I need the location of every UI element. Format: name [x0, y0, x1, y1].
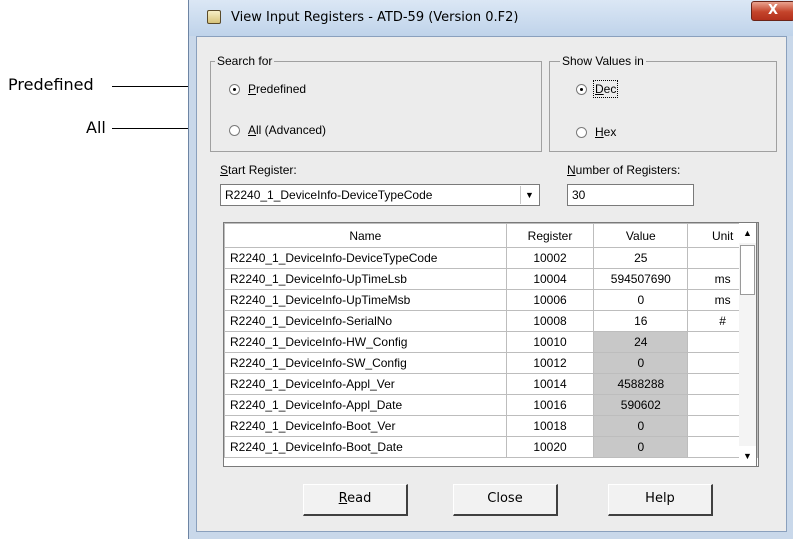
scroll-down-arrow-icon[interactable]: ▼: [739, 446, 756, 466]
cell-value[interactable]: 590602: [593, 394, 689, 416]
cell-register[interactable]: 10006: [505, 289, 595, 311]
cell-value[interactable]: 4588288: [593, 373, 689, 395]
cell-value[interactable]: 25: [593, 247, 689, 269]
cell-name[interactable]: R2240_1_DeviceInfo-SerialNo: [224, 310, 507, 332]
search-for-title: Search for: [215, 54, 275, 68]
radio-predefined-label[interactable]: Predefined: [248, 82, 306, 96]
table-row[interactable]: R2240_1_DeviceInfo-Appl_Ver 10014 4588288: [224, 373, 758, 395]
radio-dec-indicator[interactable]: [576, 83, 587, 95]
window-title: View Input Registers - ATD-59 (Version 0…: [231, 10, 519, 25]
cell-value[interactable]: 24: [593, 331, 689, 353]
radio-all-label[interactable]: All (Advanced): [248, 123, 326, 137]
close-button[interactable]: Close: [453, 484, 558, 516]
table-row[interactable]: R2240_1_DeviceInfo-DeviceTypeCode 10002 25: [224, 247, 758, 269]
number-of-registers-value[interactable]: 30: [572, 188, 585, 202]
cell-value[interactable]: 0: [593, 436, 689, 458]
cell-register[interactable]: 10016: [505, 394, 595, 416]
column-header-name[interactable]: Name: [224, 223, 507, 248]
cell-value[interactable]: 16: [593, 310, 689, 332]
close-window-button[interactable]: X: [751, 1, 793, 21]
cell-register[interactable]: 10010: [505, 331, 595, 353]
table-row[interactable]: R2240_1_DeviceInfo-Boot_Date 10020 0: [224, 436, 758, 458]
cell-name[interactable]: R2240_1_DeviceInfo-UpTimeLsb: [224, 268, 507, 290]
table-vertical-scrollbar[interactable]: ▲ ▼: [739, 222, 757, 467]
table-row[interactable]: R2240_1_DeviceInfo-SW_Config 10012 0: [224, 352, 758, 374]
app-icon: [207, 10, 221, 24]
cell-value[interactable]: 0: [593, 352, 689, 374]
show-values-in-group: Show Values in Dec Hex: [549, 54, 777, 152]
title-bar[interactable]: View Input Registers - ATD-59 (Version 0…: [189, 0, 793, 36]
table-row[interactable]: R2240_1_DeviceInfo-Boot_Ver 10018 0: [224, 415, 758, 437]
radio-predefined[interactable]: Predefined: [229, 82, 306, 96]
callout-predefined-label: Predefined: [8, 75, 94, 94]
table-row[interactable]: R2240_1_DeviceInfo-HW_Config 10010 24: [224, 331, 758, 353]
start-register-label: Start Register:: [220, 163, 297, 177]
radio-all-advanced[interactable]: All (Advanced): [229, 123, 326, 137]
column-header-value[interactable]: Value: [593, 223, 689, 248]
table-header-row: Name Register Value Unit: [224, 223, 758, 248]
scroll-up-arrow-icon[interactable]: ▲: [739, 223, 756, 243]
cell-value[interactable]: 0: [593, 415, 689, 437]
start-register-value[interactable]: R2240_1_DeviceInfo-DeviceTypeCode: [225, 188, 432, 202]
radio-all-indicator[interactable]: [229, 124, 240, 136]
cell-register[interactable]: 10002: [505, 247, 595, 269]
scroll-thumb[interactable]: [740, 245, 755, 295]
callout-all-label: All: [86, 118, 106, 137]
radio-hex[interactable]: Hex: [576, 125, 616, 139]
cell-register[interactable]: 10018: [505, 415, 595, 437]
search-for-group: Search for Predefined All (Advanced): [210, 54, 542, 152]
cell-value[interactable]: 594507690: [593, 268, 689, 290]
cell-register[interactable]: 10012: [505, 352, 595, 374]
table-row[interactable]: R2240_1_DeviceInfo-UpTimeLsb 10004 5945076…: [224, 268, 758, 290]
radio-hex-label[interactable]: Hex: [595, 125, 616, 139]
table-row[interactable]: R2240_1_DeviceInfo-Appl_Date 10016 590602: [224, 394, 758, 416]
start-register-combo[interactable]: R2240_1_DeviceInfo-DeviceTypeCode ▼: [220, 184, 540, 206]
cell-name[interactable]: R2240_1_DeviceInfo-UpTimeMsb: [224, 289, 507, 311]
chevron-down-icon[interactable]: ▼: [520, 186, 538, 204]
cell-register[interactable]: 10004: [505, 268, 595, 290]
cell-register[interactable]: 10014: [505, 373, 595, 395]
radio-predefined-indicator[interactable]: [229, 83, 240, 95]
number-of-registers-label: Number of Registers:: [567, 163, 681, 177]
table-row[interactable]: R2240_1_DeviceInfo-UpTimeMsb 10006 0 ms: [224, 289, 758, 311]
cell-name[interactable]: R2240_1_DeviceInfo-SW_Config: [224, 352, 507, 374]
read-button[interactable]: Read: [303, 484, 408, 516]
dialog-window: View Input Registers - ATD-59 (Version 0…: [188, 0, 793, 539]
number-of-registers-input[interactable]: 30: [567, 184, 694, 206]
column-header-register[interactable]: Register: [505, 223, 595, 248]
dialog-client-area: Search for Predefined All (Advanced) Sho…: [196, 36, 787, 532]
cell-name[interactable]: R2240_1_DeviceInfo-Boot_Ver: [224, 415, 507, 437]
registers-table[interactable]: Name Register Value Unit R2240_1_DeviceI…: [223, 222, 759, 467]
cell-name[interactable]: R2240_1_DeviceInfo-HW_Config: [224, 331, 507, 353]
table-row[interactable]: R2240_1_DeviceInfo-SerialNo 10008 16 #: [224, 310, 758, 332]
cell-name[interactable]: R2240_1_DeviceInfo-Boot_Date: [224, 436, 507, 458]
cell-value[interactable]: 0: [593, 289, 689, 311]
cell-register[interactable]: 10020: [505, 436, 595, 458]
radio-hex-indicator[interactable]: [576, 126, 587, 138]
cell-name[interactable]: R2240_1_DeviceInfo-Appl_Ver: [224, 373, 507, 395]
radio-dec-label[interactable]: Dec: [592, 80, 619, 98]
cell-name[interactable]: R2240_1_DeviceInfo-DeviceTypeCode: [224, 247, 507, 269]
show-values-in-title: Show Values in: [560, 54, 646, 68]
cell-register[interactable]: 10008: [505, 310, 595, 332]
radio-dec[interactable]: Dec: [576, 80, 619, 98]
cell-name[interactable]: R2240_1_DeviceInfo-Appl_Date: [224, 394, 507, 416]
help-button[interactable]: Help: [608, 484, 713, 516]
